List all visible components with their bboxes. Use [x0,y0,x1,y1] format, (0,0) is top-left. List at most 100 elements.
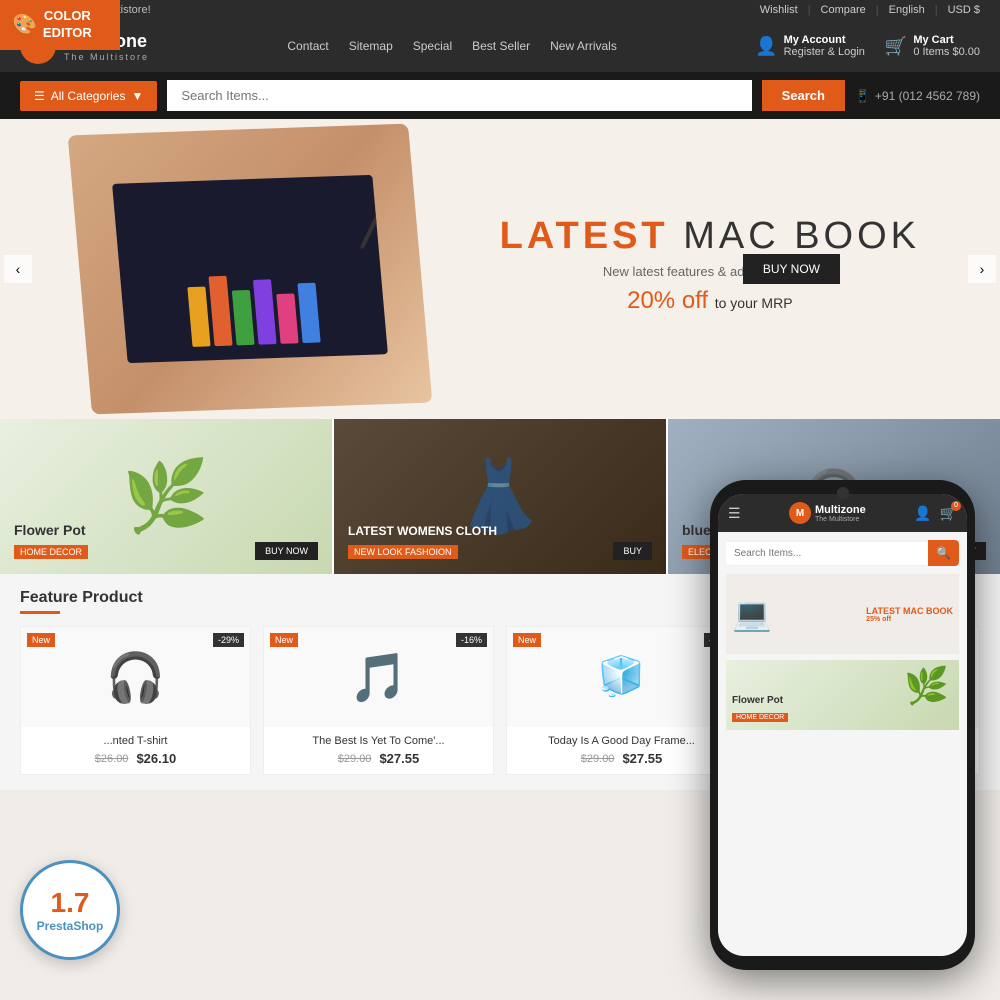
category-banner-women: 👗 LATEST WOMENS CLOTH NEW LOOK FASHOION … [334,419,668,574]
product-name-3: Today Is A Good Day Frame... [515,735,728,747]
cart-sub: 0 Items $0.00 [913,46,980,58]
phone-number: +91 (012 4562 789) [875,89,980,103]
hero-prev-arrow[interactable]: ‹ [4,255,32,283]
fashion-fig-6 [297,283,320,343]
my-account-button[interactable]: 👤 My Account Register & Login [755,34,865,58]
nav-special[interactable]: Special [413,39,452,53]
product-name-2: The Best Is Yet To Come'... [272,735,485,747]
prestashop-badge: 1.7 PrestaShop [20,860,130,970]
product-info-3: Today Is A Good Day Frame... $29.00 $27.… [507,727,736,774]
phone-shell: ☰ M Multizone The Multistore 👤 🛒0 🔍 [710,480,975,970]
fashion-fig-1 [187,287,210,347]
header: M Multizone The Multistore Contact Sitem… [0,20,1000,72]
hero-discount: 20% off to your MRP [500,287,920,315]
plant-decoration: 🌿 [122,456,209,538]
hero-title-main: MAC BOOK [683,215,920,257]
ps-version: 1.7 [51,887,90,919]
my-cart-button[interactable]: 🛒 My Cart 0 Items $0.00 [885,34,980,58]
search-input[interactable] [167,80,751,111]
categories-button[interactable]: ☰ All Categories ▼ [20,81,157,111]
phone-cat-badge: HOME DECOR [732,713,788,722]
product-card-3[interactable]: New -5% 🧊 Today Is A Good Day Frame... $… [506,626,737,775]
product-discount-1: -29% [213,633,244,647]
color-editor-badge[interactable]: 🎨 COLOR EDITOR [0,0,120,50]
phone-camera [837,487,849,499]
cart-label: My Cart [913,34,980,46]
fashion-fig-2 [208,276,232,346]
nav-newarrivals[interactable]: New Arrivals [550,39,617,53]
account-label: My Account [784,34,865,46]
laptop-screen [112,175,388,363]
phone-logo-icon: M [789,502,811,524]
top-bar-actions: Wishlist | Compare | English | USD $ [760,4,980,16]
product-badge-1: New [27,633,55,647]
account-text: My Account Register & Login [784,34,865,58]
hero-discount-suffix: to your MRP [715,295,793,311]
old-price-2: $29.00 [338,753,372,765]
category-name-2: LATEST WOMENS CLOTH [348,524,497,538]
phone-search-button[interactable]: 🔍 [928,540,959,566]
product-badge-2: New [270,633,298,647]
account-sub: Register & Login [784,46,865,58]
phone-cat-banner: 🌿 Flower Pot HOME DECOR [726,660,959,730]
hero-buy-button[interactable]: BUY NOW [743,254,840,284]
hero-discount-value: 20% off [627,287,708,314]
cart-text: My Cart 0 Items $0.00 [913,34,980,58]
hero-next-arrow[interactable]: › [968,255,996,283]
hero-laptop-visual [68,124,433,415]
phone-hero-text: LATEST MAC BOOK 25% off [866,606,953,623]
phone-tagline: The Multistore [815,516,866,523]
phone-hero: 💻 LATEST MAC BOOK 25% off [726,574,959,654]
category-badge-1: HOME DECOR [14,545,88,559]
phone-menu-icon[interactable]: ☰ [728,505,741,522]
hero-slider: ‹ LATEST MAC BOOK New latest features & … [0,119,1000,419]
nav-contact[interactable]: Contact [287,39,328,53]
product-name-1: ...nted T-shirt [29,735,242,747]
wishlist-link[interactable]: Wishlist [760,4,798,16]
product-prices-3: $29.00 $27.55 [515,751,728,766]
category-buy-btn-1[interactable]: BUY NOW [255,542,318,560]
nav-bestseller[interactable]: Best Seller [472,39,530,53]
currency-selector[interactable]: USD $ [948,4,980,16]
product-info-1: ...nted T-shirt $26.00 $26.10 [21,727,250,774]
new-price-2: $27.55 [379,751,419,766]
category-banner-flower-pot: 🌿 Flower Pot HOME DECOR BUY NOW [0,419,334,574]
phone-header-actions: 👤 🛒0 [914,505,957,522]
phone-cart-icon[interactable]: 🛒0 [940,505,957,522]
top-bar: Welcome to our Multistore! Wishlist | Co… [0,0,1000,20]
product-card-1[interactable]: New -29% 🎧 ...nted T-shirt $26.00 $26.10 [20,626,251,775]
phone-account-icon[interactable]: 👤 [914,505,931,522]
menu-icon: ☰ [34,89,45,103]
cart-icon: 🛒 [885,36,907,57]
chevron-down-icon: ▼ [131,89,143,103]
phone-hero-laptop: 💻 [732,595,772,633]
old-price-3: $29.00 [581,753,615,765]
product-prices-2: $29.00 $27.55 [272,751,485,766]
search-button[interactable]: Search [762,80,845,111]
product-card-2[interactable]: New -16% 🎵 The Best Is Yet To Come'... $… [263,626,494,775]
category-buy-btn-2[interactable]: BUY [613,542,652,560]
hero-title-accent: LATEST [500,215,669,257]
language-selector[interactable]: English [889,4,925,16]
banner-info-2: LATEST WOMENS CLOTH NEW LOOK FASHOION [348,524,497,560]
phone-logo: M Multizone The Multistore [789,502,866,524]
search-bar: ☰ All Categories ▼ Search 📱 +91 (012 456… [0,72,1000,119]
whatsapp-icon: 📱 [855,89,870,103]
phone-search-input[interactable] [726,542,928,565]
compare-link[interactable]: Compare [821,4,866,16]
search-input-wrap [167,80,751,111]
ps-name: PrestaShop [37,919,104,933]
whatsapp-contact: 📱 +91 (012 4562 789) [855,89,980,103]
hero-title: LATEST MAC BOOK [500,215,920,258]
phone-screen: ☰ M Multizone The Multistore 👤 🛒0 🔍 [718,494,967,956]
main-nav: Contact Sitemap Special Best Seller New … [287,39,616,53]
phone-logo-text: Multizone The Multistore [815,504,866,523]
phone-hero-sub: 25% off [866,616,953,623]
fashion-fig-3 [232,290,255,345]
category-badge-2: NEW LOOK FASHOION [348,545,458,559]
phone-cat-info: Flower Pot HOME DECOR [732,695,788,724]
nav-sitemap[interactable]: Sitemap [349,39,393,53]
section-underline [20,611,60,614]
account-icon: 👤 [755,36,777,57]
product-image-3: 🧊 [507,627,736,727]
